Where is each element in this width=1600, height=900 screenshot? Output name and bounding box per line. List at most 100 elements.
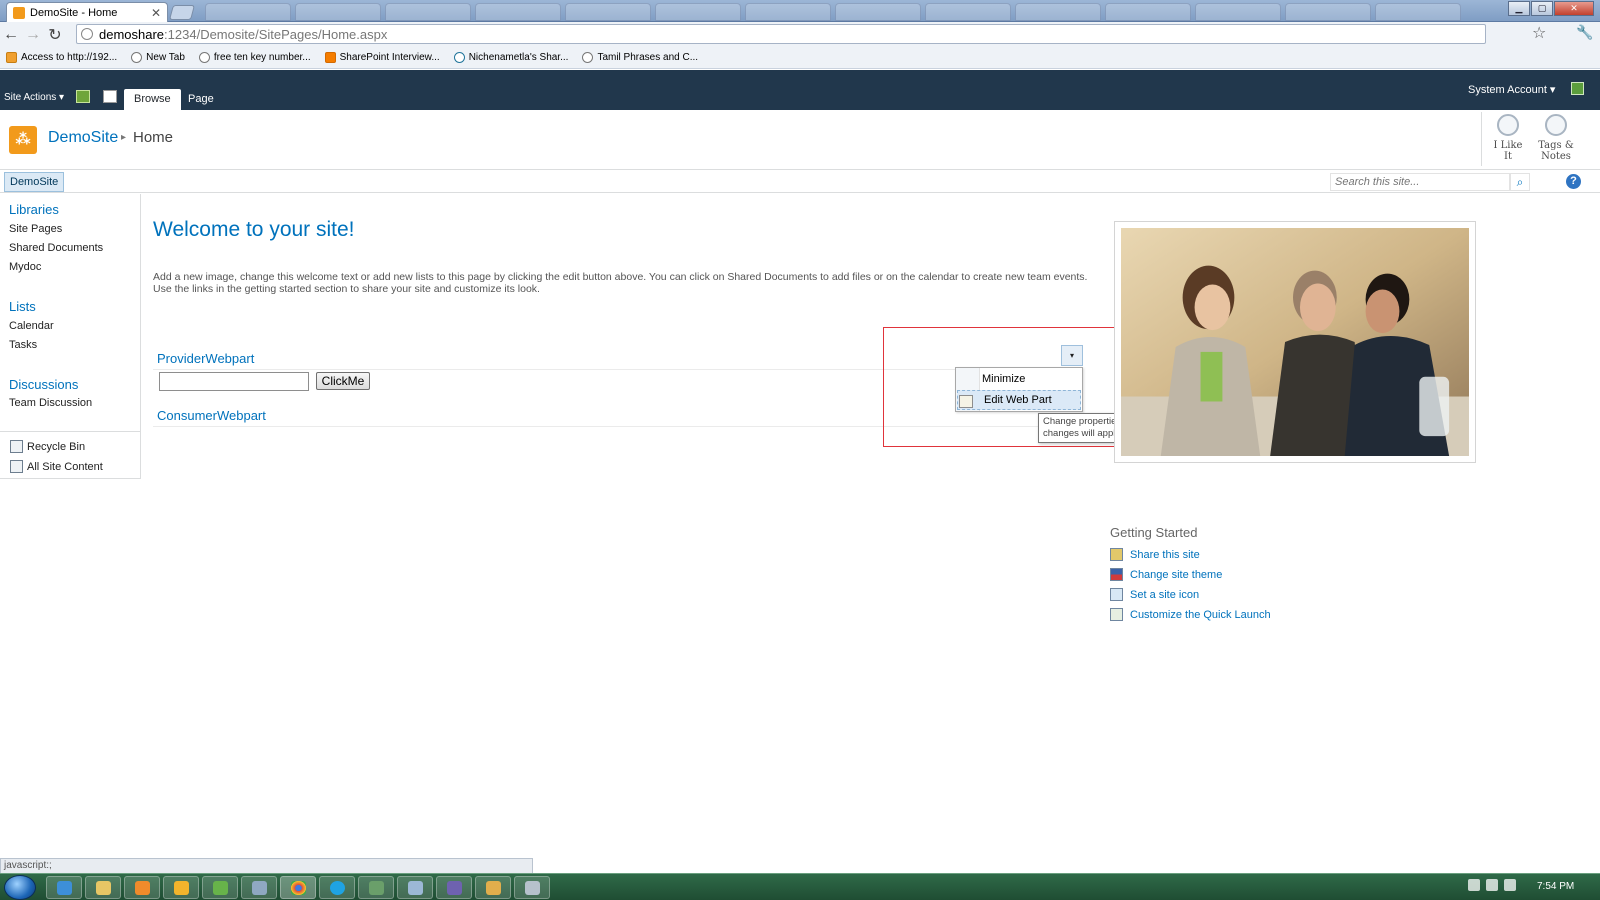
tags-notes-label-1: Tags & (1538, 140, 1574, 151)
minimize-window-icon[interactable]: ▁ (1508, 1, 1530, 16)
search-icon[interactable]: ⌕ (1510, 173, 1530, 191)
ql-heading-lists[interactable]: Lists (9, 299, 36, 314)
taskbar-messenger[interactable] (202, 876, 238, 899)
maximize-window-icon[interactable]: ▢ (1531, 1, 1553, 16)
background-tab[interactable] (835, 3, 921, 21)
ql-item-tasks[interactable]: Tasks (9, 339, 37, 351)
background-tab[interactable] (1105, 3, 1191, 21)
bookmark-item[interactable]: Nichenametla's Shar... (453, 52, 568, 63)
visual-studio-icon (447, 881, 462, 895)
user-menu[interactable]: System Account ▾ (1468, 83, 1555, 96)
user-presence-icon[interactable] (1571, 82, 1584, 95)
browser-tab-active[interactable]: DemoSite - Home ✕ (6, 2, 168, 22)
i-like-it-button[interactable]: I Like It (1488, 114, 1528, 162)
provider-webpart-title[interactable]: ProviderWebpart (157, 351, 254, 366)
taskbar-explorer[interactable] (85, 876, 121, 899)
background-tab[interactable] (1015, 3, 1101, 21)
topnav-demosite[interactable]: DemoSite (4, 172, 65, 192)
ql-item-calendar[interactable]: Calendar (9, 320, 54, 332)
background-tab[interactable] (925, 3, 1011, 21)
close-tab-icon[interactable]: ✕ (151, 6, 161, 20)
breadcrumb-site[interactable]: DemoSite (48, 129, 118, 147)
site-actions-menu[interactable]: Site Actions ▾ (4, 92, 64, 103)
forward-icon[interactable]: → (22, 26, 44, 44)
gs-link-share-site[interactable]: Share this site (1110, 548, 1200, 561)
bookmark-item[interactable]: free ten key number... (198, 52, 311, 63)
bookmark-label: Tamil Phrases and C... (597, 52, 699, 63)
taskbar-chrome[interactable] (280, 876, 316, 899)
taskbar-vs[interactable] (436, 876, 472, 899)
webpart-menu-dropdown-icon[interactable]: ▾ (1061, 345, 1083, 366)
help-icon[interactable]: ? (1566, 174, 1581, 189)
windows-start-icon[interactable] (4, 875, 36, 900)
ql-heading-discussions[interactable]: Discussions (9, 377, 78, 392)
gs-link-change-theme[interactable]: Change site theme (1110, 568, 1222, 581)
taskbar-paint[interactable] (475, 876, 511, 899)
reload-icon[interactable]: ↻ (44, 25, 66, 45)
back-icon[interactable]: ← (0, 26, 22, 44)
taskbar-ie[interactable] (46, 876, 82, 899)
bookmark-item[interactable]: Access to http://192... (6, 52, 117, 63)
taskbar-app[interactable] (514, 876, 550, 899)
media-player-icon (135, 881, 150, 895)
bookmark-item[interactable]: New Tab (131, 52, 185, 63)
tray-flag-icon[interactable] (1468, 879, 1480, 891)
background-tab[interactable] (385, 3, 471, 21)
clickme-button[interactable]: ClickMe (316, 372, 370, 390)
ql-item-team-discussion[interactable]: Team Discussion (9, 397, 92, 409)
close-window-icon[interactable]: ✕ (1554, 1, 1594, 16)
ql-item-mydoc[interactable]: Mydoc (9, 261, 41, 273)
background-tab[interactable] (1375, 3, 1461, 21)
gs-link-label: Set a site icon (1130, 588, 1200, 601)
tray-network-icon[interactable] (1486, 879, 1498, 891)
taskbar-skype[interactable] (319, 876, 355, 899)
site-logo-icon[interactable]: ⁂ (9, 126, 37, 154)
wrench-menu-icon[interactable]: 🔧 (1576, 24, 1593, 41)
welcome-text: Add a new image, change this welcome tex… (153, 271, 1088, 295)
bookmark-star-icon[interactable]: ☆ (1532, 23, 1546, 43)
background-tab[interactable] (1285, 3, 1371, 21)
taskbar-media[interactable] (124, 876, 160, 899)
taskbar-remote[interactable] (397, 876, 433, 899)
bookmark-label: free ten key number... (213, 52, 311, 63)
ql-item-site-pages[interactable]: Site Pages (9, 223, 62, 235)
webpart-context-menu: Minimize Edit Web Part (955, 367, 1083, 412)
background-tab[interactable] (1195, 3, 1281, 21)
messenger-icon (213, 881, 228, 895)
ql-item-shared-documents[interactable]: Shared Documents (9, 242, 103, 254)
divider (1481, 112, 1482, 166)
menu-item-minimize[interactable]: Minimize (982, 373, 1025, 385)
background-tab[interactable] (205, 3, 291, 21)
background-tab[interactable] (745, 3, 831, 21)
consumer-webpart-title[interactable]: ConsumerWebpart (157, 408, 266, 423)
background-tab[interactable] (565, 3, 651, 21)
gs-link-label: Customize the Quick Launch (1130, 608, 1271, 621)
gs-link-site-icon[interactable]: Set a site icon (1110, 588, 1199, 601)
ql-all-site-content[interactable]: All Site Content (10, 460, 103, 473)
bookmark-item[interactable]: Tamil Phrases and C... (582, 52, 698, 63)
background-tab[interactable] (295, 3, 381, 21)
search-input[interactable] (1330, 173, 1510, 191)
address-bar[interactable]: demoshare:1234/Demosite/SitePages/Home.a… (76, 24, 1486, 44)
navigate-up-icon[interactable] (76, 90, 90, 103)
taskbar-communicator[interactable] (241, 876, 277, 899)
background-tab[interactable] (475, 3, 561, 21)
taskbar-network[interactable] (358, 876, 394, 899)
taskbar-outlook[interactable] (163, 876, 199, 899)
edit-page-icon[interactable] (103, 90, 117, 103)
tray-volume-icon[interactable] (1504, 879, 1516, 891)
tab-page[interactable]: Page (178, 89, 224, 110)
tags-notes-button[interactable]: Tags & Notes (1533, 114, 1579, 162)
site-content-icon (10, 460, 23, 473)
background-tab[interactable] (655, 3, 741, 21)
menu-item-edit-web-part[interactable]: Edit Web Part (957, 390, 1081, 410)
bookmark-item[interactable]: SharePoint Interview... (324, 52, 440, 63)
gs-link-customize-quick-launch[interactable]: Customize the Quick Launch (1110, 608, 1271, 621)
ql-heading-libraries[interactable]: Libraries (9, 202, 59, 217)
provider-text-input[interactable] (159, 372, 309, 391)
ql-recycle-bin[interactable]: Recycle Bin (10, 440, 85, 453)
taskbar-clock[interactable]: 7:54 PM (1537, 881, 1574, 892)
tab-browse[interactable]: Browse (124, 89, 181, 110)
new-tab-button[interactable] (168, 5, 196, 20)
page-info-icon[interactable] (81, 28, 93, 40)
